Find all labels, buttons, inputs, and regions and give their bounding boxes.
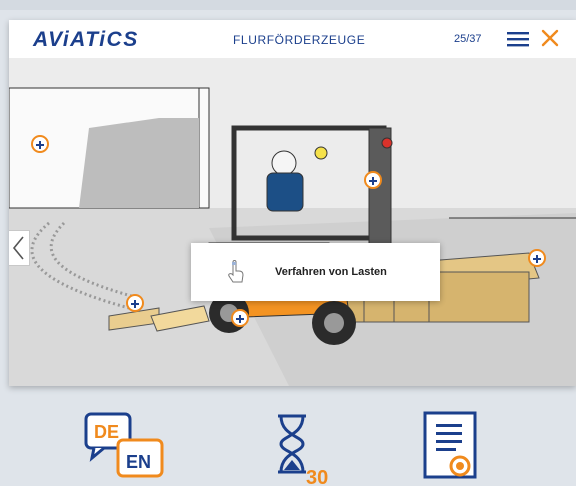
page-title: FLURFÖRDERZEUGE — [233, 33, 366, 47]
language-de: DE — [94, 422, 119, 442]
language-en: EN — [126, 452, 151, 472]
aviatics-logo: AViATiCS — [33, 28, 139, 51]
hamburger-menu-icon[interactable] — [507, 31, 529, 47]
timer-value: 30 — [306, 467, 328, 486]
previous-button[interactable] — [9, 230, 30, 266]
hotspot-block[interactable] — [126, 294, 144, 312]
certificate-icon[interactable] — [422, 410, 482, 486]
hourglass-icon[interactable]: 30 — [272, 414, 342, 486]
header-bar: AViATiCS FLURFÖRDERZEUGE 25/37 — [9, 20, 576, 58]
bottom-toolbar: DE EN 30 — [0, 400, 576, 486]
hotspot-mast[interactable] — [364, 171, 382, 189]
hand-pointer-icon — [228, 260, 244, 283]
hotspot-shelf[interactable] — [31, 135, 49, 153]
lesson-window: AViATiCS FLURFÖRDERZEUGE 25/37 Verfahren… — [9, 20, 576, 386]
forklift-illustration — [9, 58, 576, 386]
hotspot-tooltip[interactable]: Verfahren von Lasten — [191, 243, 440, 301]
close-icon[interactable] — [541, 28, 559, 48]
hotspot-wheel[interactable] — [231, 309, 249, 327]
top-strip — [0, 0, 576, 10]
page-counter: 25/37 — [454, 33, 482, 45]
language-switch-icon[interactable]: DE EN — [82, 410, 172, 486]
hotspot-load[interactable] — [528, 249, 546, 267]
forklift-scene: Verfahren von Lasten — [9, 58, 576, 386]
chevron-left-icon — [12, 236, 24, 260]
tooltip-label: Verfahren von Lasten — [275, 266, 387, 278]
